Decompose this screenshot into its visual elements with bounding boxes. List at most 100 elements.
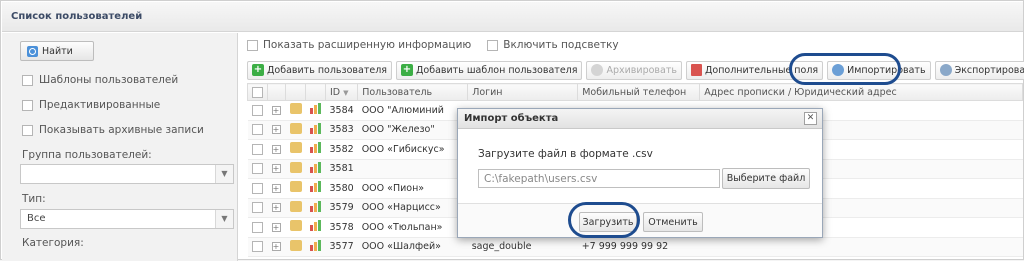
archive-icon (591, 64, 604, 76)
row-expand[interactable]: + (267, 178, 286, 199)
checkbox[interactable] (22, 99, 33, 111)
checkbox[interactable] (247, 39, 258, 51)
select-all-header[interactable] (247, 83, 268, 101)
cell-user[interactable]: ООО «Пион» (357, 178, 468, 199)
checkbox[interactable] (251, 143, 263, 155)
type-select[interactable]: Все ▼ (20, 209, 234, 229)
checkbox[interactable] (251, 104, 263, 116)
cell-user[interactable] (357, 159, 468, 179)
row-select[interactable] (247, 178, 268, 199)
row-expand[interactable]: + (267, 237, 286, 257)
checkbox[interactable] (251, 182, 263, 194)
extended-info-checkbox[interactable]: Показать расширенную информацию (247, 39, 471, 51)
row-chart-icon-cell[interactable] (305, 198, 326, 218)
add-template-button[interactable]: + Добавить шаблон пользователя (395, 60, 583, 80)
checkbox[interactable] (252, 86, 263, 98)
expand-icon[interactable]: + (271, 183, 281, 193)
row-expand[interactable]: + (267, 217, 286, 238)
row-chart-icon-cell[interactable] (305, 178, 326, 199)
row-select[interactable] (247, 120, 268, 140)
row-expand[interactable]: + (267, 100, 286, 121)
stats-icon[interactable] (309, 122, 321, 134)
row-chart-icon-cell[interactable] (305, 159, 326, 179)
checkbox[interactable] (251, 221, 263, 233)
stats-icon[interactable] (309, 161, 321, 173)
cancel-button[interactable]: Отменить (643, 212, 703, 232)
row-expand[interactable]: + (267, 198, 286, 218)
checkbox[interactable] (22, 124, 33, 136)
row-chart-icon-cell[interactable] (305, 100, 326, 121)
stats-icon[interactable] (309, 200, 321, 212)
row-chart-icon-cell[interactable] (305, 237, 326, 257)
checkbox[interactable] (251, 202, 263, 214)
cell-user[interactable]: ООО «Нарцисс» (357, 198, 468, 218)
column-header-phone[interactable]: Мобильный телефон (577, 83, 701, 101)
row-select[interactable] (247, 198, 268, 218)
import-icon (832, 64, 845, 76)
templates-checkbox[interactable]: Шаблоны пользователей (22, 74, 178, 86)
column-header-address[interactable]: Адрес прописки / Юридический адрес (699, 83, 1023, 101)
expand-icon[interactable]: + (271, 144, 281, 154)
document-icon (690, 64, 702, 76)
stats-icon[interactable] (309, 142, 321, 154)
cell-user[interactable]: ООО "Алюминий (357, 100, 468, 121)
cell-user[interactable]: ООО "Железо" (357, 120, 468, 140)
expand-icon[interactable]: + (271, 203, 281, 213)
row-chart-icon-cell[interactable] (305, 139, 326, 160)
group-select[interactable]: ▼ (20, 164, 234, 184)
row-select[interactable] (247, 237, 268, 257)
row-user-icon-cell (285, 120, 306, 140)
stats-icon[interactable] (309, 220, 321, 232)
column-header-id[interactable]: ID ▼ (324, 83, 359, 101)
row-expand[interactable]: + (267, 120, 286, 140)
row-user-icon-cell (285, 178, 306, 199)
column-header-login[interactable]: Логин (467, 83, 579, 101)
choose-file-button[interactable]: Выберите файл (722, 168, 810, 189)
checkbox[interactable] (251, 241, 263, 253)
expand-icon[interactable]: + (271, 125, 281, 135)
row-user-icon-cell (285, 159, 306, 179)
upload-button[interactable]: Загрузить (579, 212, 637, 232)
cell-id: 3581 (325, 159, 358, 179)
row-select[interactable] (247, 139, 268, 160)
preactivated-checkbox[interactable]: Предактивированные (22, 99, 160, 111)
checkbox[interactable] (487, 39, 499, 51)
file-path-field[interactable]: C:\fakepath\users.csv (478, 169, 720, 188)
chevron-down-icon[interactable]: ▼ (215, 165, 233, 183)
close-icon[interactable]: ✕ (804, 112, 817, 125)
row-expand[interactable]: + (267, 159, 286, 179)
cell-user[interactable]: ООО «Тюльпан» (357, 217, 468, 238)
expand-icon[interactable]: + (271, 222, 281, 232)
cell-user[interactable]: ООО «Шалфей» (357, 237, 468, 257)
user-group-icon (289, 200, 302, 212)
find-button[interactable]: Найти (20, 41, 94, 61)
checkbox[interactable] (251, 124, 263, 136)
user-group-icon (289, 220, 302, 232)
stats-icon[interactable] (309, 103, 321, 115)
row-select[interactable] (247, 217, 268, 238)
row-chart-icon-cell[interactable] (305, 217, 326, 238)
table-row[interactable]: +3577 ООО «Шалфей» sage_double +7 999 999 9… (247, 237, 1023, 257)
checkbox[interactable] (22, 74, 33, 86)
add-user-button[interactable]: + Добавить пользователя (247, 60, 392, 80)
cell-user[interactable]: ООО «Гибискус» (357, 139, 468, 160)
import-button[interactable]: Импортировать (827, 60, 931, 80)
show-archived-checkbox[interactable]: Показывать архивные записи (22, 124, 204, 136)
row-expand[interactable]: + (267, 139, 286, 160)
row-chart-icon-cell[interactable] (305, 120, 326, 140)
chevron-down-icon[interactable]: ▼ (215, 210, 233, 228)
stats-icon[interactable] (309, 181, 321, 193)
column-header-user[interactable]: Пользователь (357, 83, 469, 101)
export-button[interactable]: Экспортировать ▼ (934, 60, 1024, 80)
row-select[interactable] (247, 159, 268, 179)
cell-id: 3584 (325, 100, 358, 121)
expand-icon[interactable]: + (271, 164, 281, 174)
extra-fields-button[interactable]: Дополнительные поля (685, 60, 824, 80)
row-select[interactable] (247, 100, 268, 121)
highlight-checkbox[interactable]: Включить подсветку (487, 39, 619, 51)
checkbox[interactable] (251, 163, 263, 175)
archive-button[interactable]: Архивировать (586, 60, 682, 80)
expand-icon[interactable]: + (271, 105, 281, 115)
expand-icon[interactable]: + (271, 242, 281, 252)
stats-icon[interactable] (309, 239, 321, 251)
